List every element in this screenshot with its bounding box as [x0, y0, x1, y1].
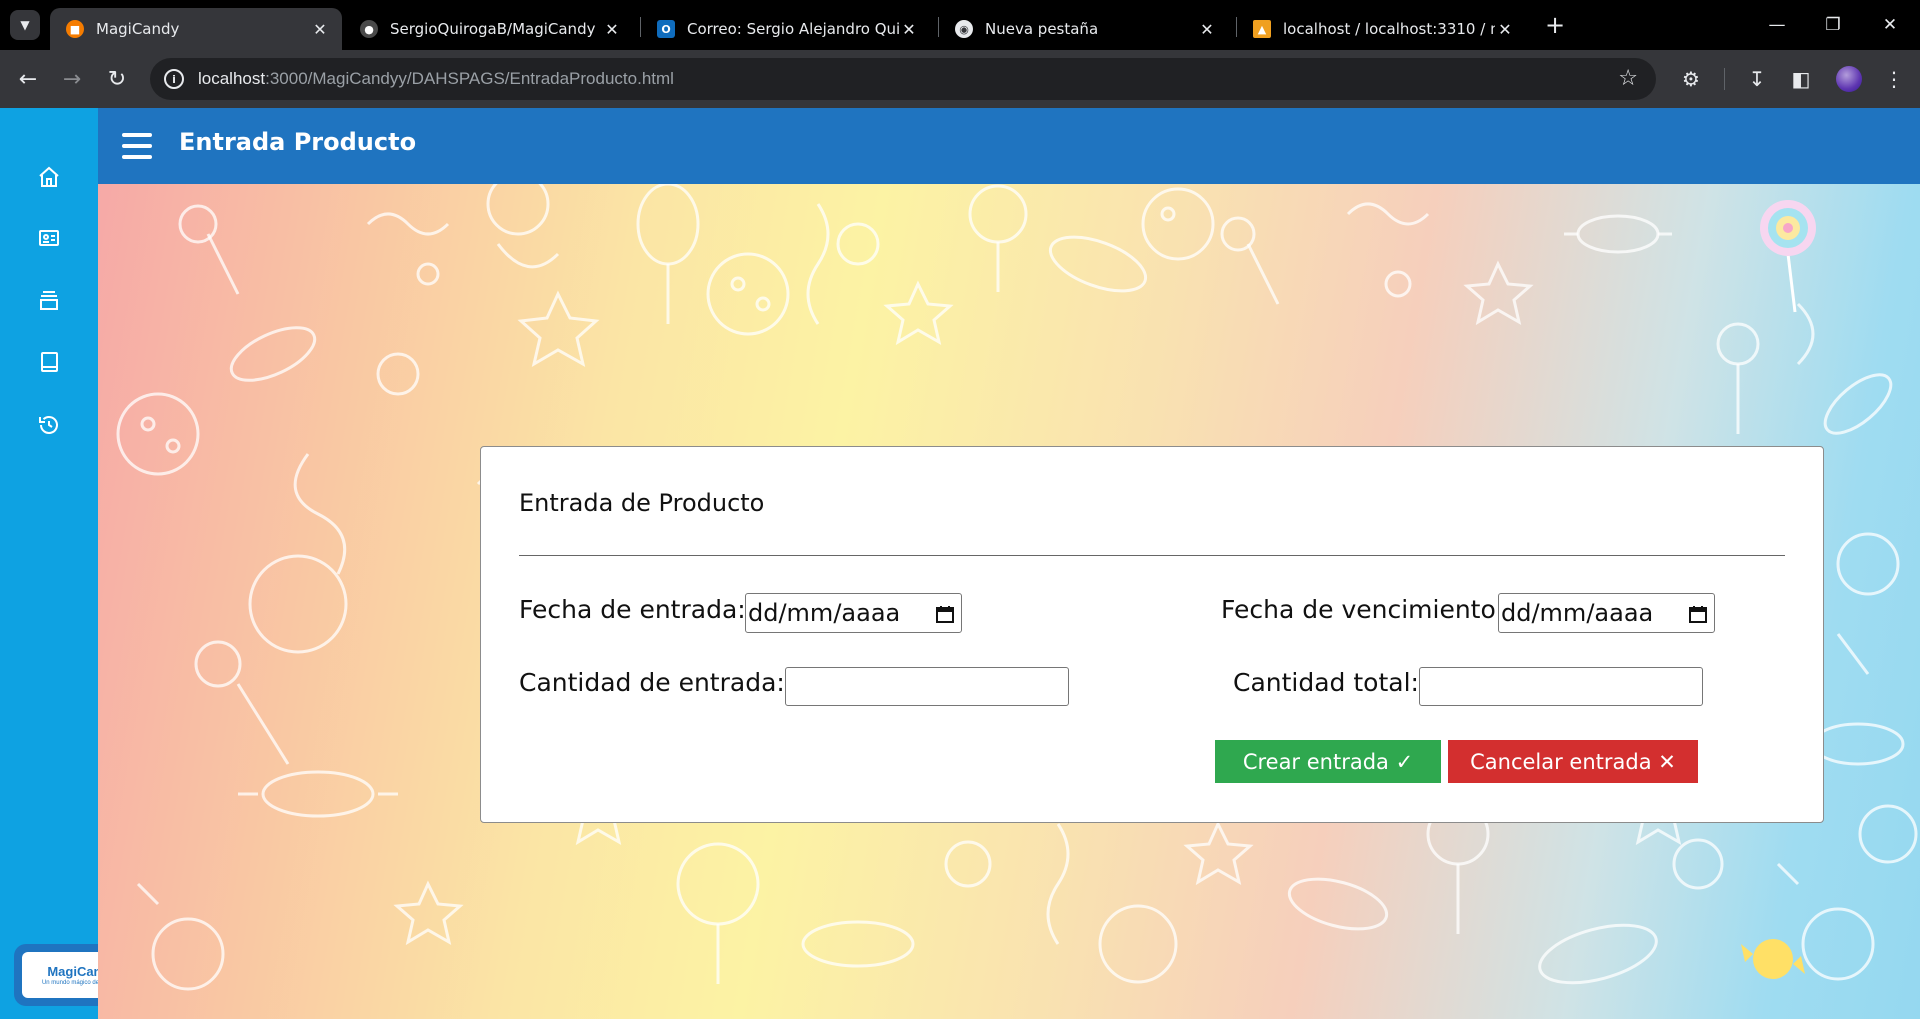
browser-toolbar: ← → ↻ i localhost:3000/MagiCandyy/DAHSPA…	[0, 50, 1920, 108]
lollipop-icon	[1760, 200, 1816, 313]
crear-entrada-button[interactable]: Crear entrada ✓	[1215, 740, 1441, 783]
tab-close-icon[interactable]: ✕	[1197, 20, 1217, 39]
sidebar-item-book[interactable]	[34, 347, 64, 377]
extensions-icon[interactable]: ⚙	[1675, 63, 1707, 95]
sidebar-item-contacts[interactable]	[34, 223, 64, 253]
header-bar: Entrada Producto	[98, 108, 1920, 184]
tab-title: localhost / localhost:3310 / magicandy	[1283, 20, 1495, 38]
profile-avatar[interactable]	[1836, 66, 1862, 92]
outlook-icon: O	[657, 20, 675, 38]
tab-close-icon[interactable]: ✕	[602, 20, 622, 39]
tab-close-icon[interactable]: ✕	[1495, 20, 1515, 39]
hamburger-menu-icon[interactable]	[122, 133, 152, 159]
cancelar-entrada-button[interactable]: Cancelar entrada ✕	[1448, 740, 1698, 783]
page-title: Entrada Producto	[179, 128, 417, 156]
phpmyadmin-icon: ▲	[1253, 20, 1271, 38]
cantidad-entrada-input[interactable]	[785, 667, 1069, 706]
toolbar-separator	[1724, 68, 1725, 90]
magicandy-favicon: ■	[66, 20, 84, 38]
home-icon	[39, 166, 59, 187]
sidebar-item-inventory[interactable]	[34, 285, 64, 315]
tab-magicandy[interactable]: ■ MagiCandy ✕	[50, 8, 342, 50]
history-icon	[39, 416, 58, 434]
fecha-entrada-value: dd/mm/aaaa	[748, 599, 901, 627]
sidebar-item-home[interactable]	[34, 162, 64, 192]
site-info-icon[interactable]: i	[164, 69, 184, 89]
id-card-icon	[39, 230, 59, 246]
url-text[interactable]: localhost:3000/MagiCandyy/DAHSPAGS/Entra…	[198, 69, 674, 89]
bookmark-star-icon[interactable]: ☆	[1618, 66, 1638, 91]
tab-title: SergioQuirogaB/MagiCandy	[390, 20, 596, 38]
card-title: Entrada de Producto	[519, 489, 765, 517]
reload-icon[interactable]: ↻	[101, 63, 133, 95]
calendar-icon[interactable]	[1688, 604, 1708, 624]
fecha-vencimiento-value: dd/mm/aaaa	[1501, 599, 1654, 627]
github-icon: ●	[360, 20, 378, 38]
minimize-icon[interactable]: —	[1747, 0, 1807, 50]
tab-search-button[interactable]: ▼	[10, 10, 40, 40]
url-host: localhost	[198, 69, 266, 88]
fecha-entrada-input[interactable]: dd/mm/aaaa	[745, 593, 962, 633]
cantidad-entrada-label: Cantidad de entrada:	[519, 668, 785, 697]
address-bar[interactable]: i localhost:3000/MagiCandyy/DAHSPAGS/Ent…	[150, 58, 1656, 100]
window-close-icon[interactable]: ✕	[1860, 0, 1920, 50]
back-icon[interactable]: ←	[12, 63, 44, 95]
restore-icon[interactable]: ❐	[1803, 0, 1863, 50]
menu-kebab-icon[interactable]: ⋮	[1878, 63, 1910, 95]
tab-outlook[interactable]: O Correo: Sergio Alejandro Quiroga ✕	[641, 8, 931, 50]
entrada-producto-card: Entrada de Producto Fecha de entrada: dd…	[480, 446, 1824, 823]
tab-github[interactable]: ● SergioQuirogaB/MagiCandy ✕	[344, 8, 634, 50]
tab-phpmyadmin[interactable]: ▲ localhost / localhost:3310 / magicandy…	[1237, 8, 1527, 50]
card-divider	[519, 555, 1785, 556]
calendar-icon[interactable]	[935, 604, 955, 624]
cantidad-total-input[interactable]	[1419, 667, 1703, 706]
tab-title: Nueva pestaña	[985, 20, 1099, 38]
tab-close-icon[interactable]: ✕	[899, 20, 919, 39]
tab-title: Correo: Sergio Alejandro Quiroga	[687, 20, 899, 38]
layers-icon	[40, 291, 58, 310]
page: MagiCandy Un mundo mágico de sabores Ent…	[0, 108, 1920, 1019]
fecha-vencimiento-input[interactable]: dd/mm/aaaa	[1498, 593, 1715, 633]
side-panel-icon[interactable]: ◧	[1785, 63, 1817, 95]
tab-new-tab[interactable]: ◉ Nueva pestaña ✕	[939, 8, 1229, 50]
sidebar: MagiCandy Un mundo mágico de sabores	[0, 108, 150, 1019]
fecha-vencimiento-label: Fecha de vencimiento:	[1221, 595, 1505, 624]
sidebar-item-history[interactable]	[34, 410, 64, 440]
download-icon[interactable]: ↧	[1741, 63, 1773, 95]
new-tab-button[interactable]: +	[1540, 10, 1570, 40]
forward-icon[interactable]: →	[56, 63, 88, 95]
fecha-entrada-label: Fecha de entrada:	[519, 595, 746, 624]
cantidad-total-label: Cantidad total:	[1233, 668, 1419, 697]
chrome-icon: ◉	[955, 20, 973, 38]
book-icon	[41, 352, 58, 372]
tab-close-icon[interactable]: ✕	[310, 20, 330, 39]
url-path: :3000/MagiCandyy/DAHSPAGS/EntradaProduct…	[265, 69, 674, 88]
browser-tab-strip: ▼ ■ MagiCandy ✕ ● SergioQuirogaB/MagiCan…	[0, 0, 1920, 50]
wrapped-candy-icon	[1741, 939, 1805, 979]
tab-title: MagiCandy	[96, 20, 180, 38]
